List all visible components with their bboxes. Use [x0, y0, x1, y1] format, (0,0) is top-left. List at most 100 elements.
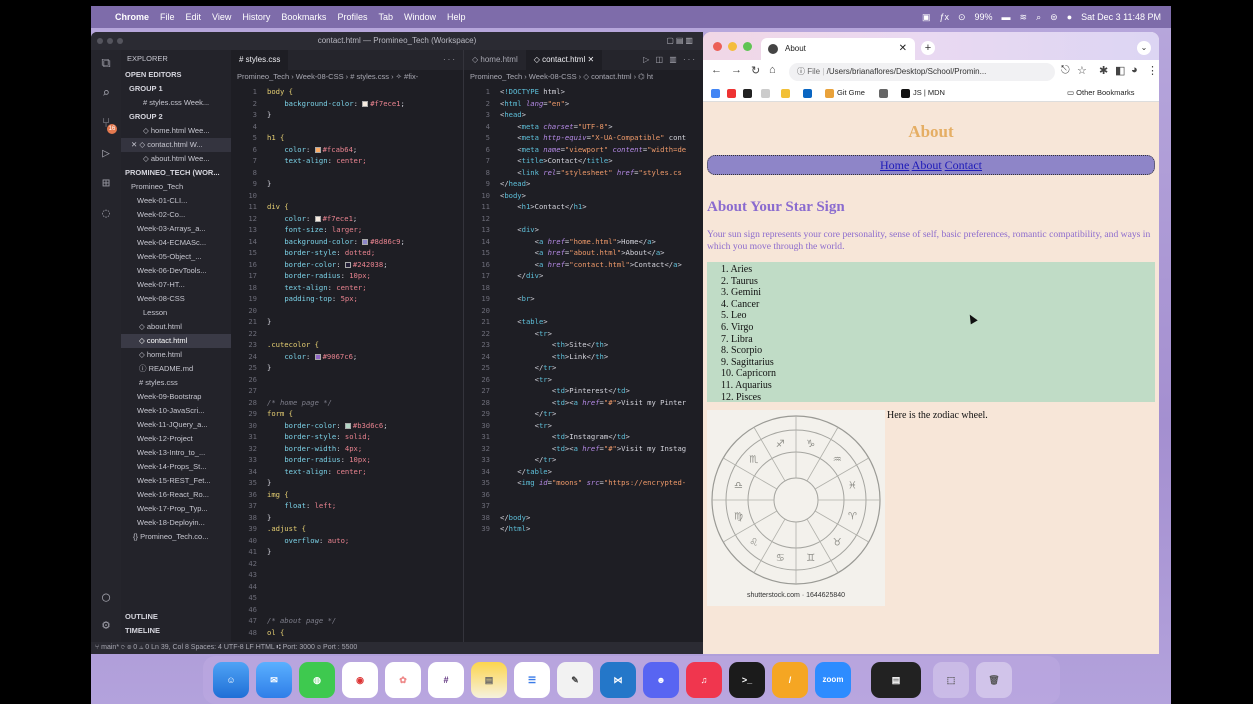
code-line[interactable]: 39 .adjust {	[231, 523, 463, 535]
open-editor-about[interactable]: ◇ about.html Wee...	[121, 152, 231, 166]
code-line[interactable]: 33 border-radius: 10px;	[231, 454, 463, 466]
code-line[interactable]: 16 border-color: #242038;	[231, 259, 463, 271]
code-line[interactable]: 16 <a href="contact.html">Contact</a>	[464, 259, 703, 271]
nav-link-about[interactable]: About	[912, 158, 942, 172]
code-line[interactable]: 30 border-color: #b3d6c6;	[231, 420, 463, 432]
file-item[interactable]: ◇ home.html	[121, 348, 231, 362]
folder-item[interactable]: Week-18-Deployin...	[121, 516, 231, 530]
youtube-bookmark-icon[interactable]	[727, 84, 739, 102]
messages-icon[interactable]: ◍	[299, 662, 335, 698]
code-line[interactable]: 22	[231, 328, 463, 340]
terminal-icon[interactable]: >_	[729, 662, 765, 698]
battery-level[interactable]: 99%	[975, 12, 993, 22]
code-line[interactable]: 15 <a href="about.html">About</a>	[464, 247, 703, 259]
account-icon[interactable]: ◯	[98, 590, 114, 606]
code-line[interactable]: 19 <br>	[464, 293, 703, 305]
code-line[interactable]: 33 </tr>	[464, 454, 703, 466]
folder-item[interactable]: Week-02-Co...	[121, 208, 231, 222]
code-line[interactable]: 48 ol {	[231, 627, 463, 639]
reload-icon[interactable]: ↻	[751, 64, 760, 77]
code-line[interactable]: 24 <th>Link</th>	[464, 351, 703, 363]
search-icon[interactable]: ⌕	[98, 86, 114, 102]
file-item-active[interactable]: ◇ contact.html	[121, 334, 231, 348]
code-line[interactable]: 14 background-color: #8d86c9;	[231, 236, 463, 248]
code-line[interactable]: 27	[231, 385, 463, 397]
sidepanel-icon[interactable]: ◧	[1115, 64, 1125, 77]
code-line[interactable]: 30 <tr>	[464, 420, 703, 432]
code-line[interactable]: 18 text-align: center;	[231, 282, 463, 294]
folder-item-week08[interactable]: Week-08-CSS	[121, 292, 231, 306]
code-line[interactable]: 34 text-align: center;	[231, 466, 463, 478]
code-line[interactable]: 21 <table>	[464, 316, 703, 328]
new-tab-button[interactable]: +	[921, 41, 935, 55]
window-controls[interactable]	[97, 38, 123, 44]
code-line[interactable]: 22 <tr>	[464, 328, 703, 340]
file-item[interactable]: ⓘ README.md	[121, 362, 231, 376]
folder-item[interactable]: Week-16-React_Ro...	[121, 488, 231, 502]
code-line[interactable]: 47/* about page */	[231, 615, 463, 627]
folder-item[interactable]: Week-06-DevTools...	[121, 264, 231, 278]
code-line[interactable]: 13 <div>	[464, 224, 703, 236]
code-line[interactable]: 10	[231, 190, 463, 202]
close-tab-icon[interactable]: ✕	[899, 38, 907, 60]
code-line[interactable]: 40 overflow: auto;	[231, 535, 463, 547]
code-line[interactable]: 34 </table>	[464, 466, 703, 478]
code-line[interactable]: 10 <body>	[464, 190, 703, 202]
remote-icon[interactable]: ◌	[98, 206, 114, 222]
layout-icons[interactable]: ▢▤▥	[666, 32, 695, 50]
code-line[interactable]: 25 </tr>	[464, 362, 703, 374]
menu-help[interactable]: Help	[447, 12, 466, 22]
extensions-icon[interactable]: ⊞	[98, 176, 114, 192]
code-line[interactable]: 2 <html lang="en">	[464, 98, 703, 110]
code-line[interactable]: 8	[231, 167, 463, 179]
open-editor-styles[interactable]: # styles.css Week...	[121, 96, 231, 110]
folder-item[interactable]: Week-15-REST_Fet...	[121, 474, 231, 488]
file-item[interactable]: # styles.css	[121, 376, 231, 390]
code-line[interactable]: 3}	[231, 109, 463, 121]
tab-home-html[interactable]: ◇ home.html	[464, 50, 526, 70]
folder-item[interactable]: Week-07-HT...	[121, 278, 231, 292]
share-icon[interactable]: ⎋	[1061, 64, 1070, 77]
code-line[interactable]: 38 </body>	[464, 512, 703, 524]
folder-item[interactable]: Week-03-Arrays_a...	[121, 222, 231, 236]
folder-item[interactable]: Week-13-Intro_to_...	[121, 446, 231, 460]
code-line[interactable]: 32 border-width: 4px;	[231, 443, 463, 455]
menu-tab[interactable]: Tab	[378, 12, 393, 22]
code-line[interactable]: 31 <td>Instagram</td>	[464, 431, 703, 443]
code-line[interactable]: 29 form {	[231, 408, 463, 420]
textedit-icon[interactable]: ✎	[557, 662, 593, 698]
code-line[interactable]: 20	[231, 305, 463, 317]
bookmark-gitgme[interactable]: Git Gme	[825, 84, 865, 102]
bookmark-jsmdn[interactable]: JS | MDN	[901, 84, 945, 102]
code-line[interactable]: 19 padding-top: 5px;	[231, 293, 463, 305]
group2-header[interactable]: GROUP 2	[121, 110, 231, 124]
folder-item[interactable]: Week-10-JavaScri...	[121, 404, 231, 418]
tab-styles-css[interactable]: # styles.css	[231, 50, 289, 70]
linkedin-bookmark-icon[interactable]	[803, 84, 815, 102]
code-line[interactable]: 28/* home page */	[231, 397, 463, 409]
mail-icon[interactable]: ✉	[256, 662, 292, 698]
tab-search-button[interactable]: ⌄	[1137, 41, 1151, 55]
code-line[interactable]: 12 color: #f7ece1;	[231, 213, 463, 225]
code-line[interactable]: 31 border-style: solid;	[231, 431, 463, 443]
code-line[interactable]: 11 <h1>Contact</h1>	[464, 201, 703, 213]
run-debug-icon[interactable]: ▷	[98, 146, 114, 162]
code-line[interactable]: 42	[231, 558, 463, 570]
code-line[interactable]: 5 h1 {	[231, 132, 463, 144]
back-icon[interactable]: ←	[711, 64, 722, 76]
code-line[interactable]: 23 <th>Site</th>	[464, 339, 703, 351]
editor-actions[interactable]: ▷ ◫ ▥ ···	[643, 50, 703, 70]
code-line[interactable]: 27 <td>Pinterest</td>	[464, 385, 703, 397]
forward-icon[interactable]: →	[731, 64, 742, 76]
browser-tab-about[interactable]: About ✕	[761, 38, 915, 60]
close-icon[interactable]	[713, 42, 722, 51]
settings-gear-icon[interactable]: ⚙	[98, 618, 114, 634]
search-icon[interactable]: ⌕	[1036, 12, 1041, 23]
code-line[interactable]: 41}	[231, 546, 463, 558]
code-line[interactable]: 17 border-radius: 10px;	[231, 270, 463, 282]
workspace-header[interactable]: PROMINEO_TECH (WOR...	[121, 166, 231, 180]
workspace-file[interactable]: {} Promineo_Tech.co...	[121, 530, 231, 544]
code-line[interactable]: 11 div {	[231, 201, 463, 213]
code-line[interactable]: 35 <img id="moons" src="https://encrypte…	[464, 477, 703, 489]
folder-item[interactable]: Week-09-Bootstrap	[121, 390, 231, 404]
